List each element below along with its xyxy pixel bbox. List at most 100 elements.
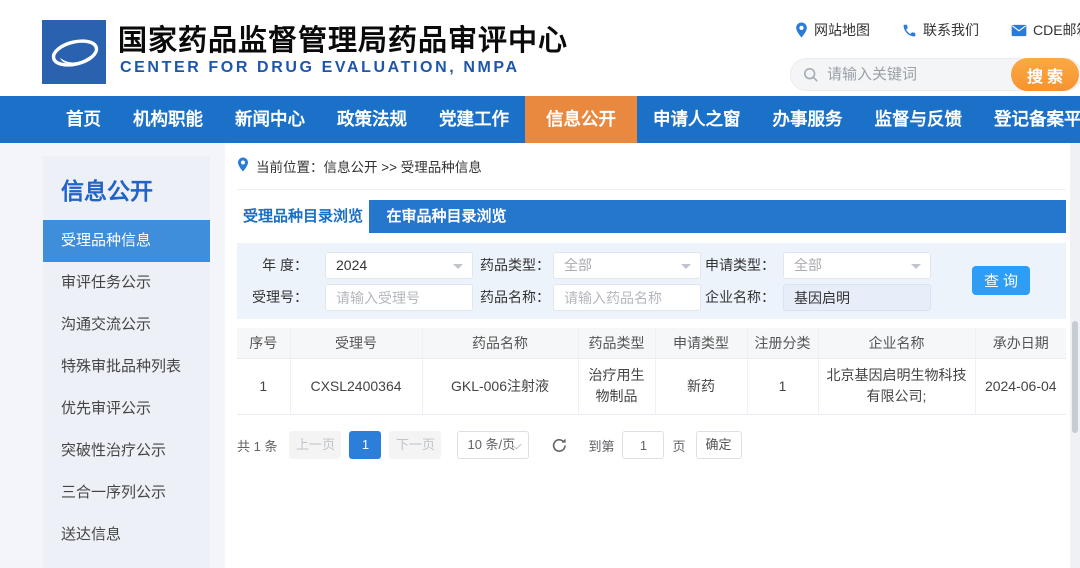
page-size-value: 10 条/页 [467, 437, 516, 452]
apply-type-select[interactable]: 全部 [783, 252, 931, 279]
sidebar-item-accepted-varieties[interactable]: 受理品种信息 [43, 220, 210, 262]
goto-page-unit: 页 [672, 438, 686, 454]
header-quick-links: 网站地图 联系我们 CDE邮箱 [795, 20, 1080, 40]
drug-type-select-value: 全部 [564, 257, 592, 273]
pagination: 共 1 条 上一页 1 下一页 10 条/页 到第 页 确定 [237, 431, 1066, 459]
cell-reg-class: 1 [746, 358, 818, 415]
cell-drug-type: 治疗用生物制品 [577, 358, 655, 415]
cell-date: 2024-06-04 [974, 358, 1066, 415]
chevron-down-icon [911, 264, 921, 269]
scrollbar-thumb[interactable] [1072, 321, 1078, 433]
col-header-date: 承办日期 [974, 328, 1066, 359]
drug-name-label: 药品名称： [480, 289, 550, 305]
chevron-down-icon [453, 264, 463, 269]
tabbar: 受理品种目录浏览 在审品种目录浏览 [237, 200, 1066, 233]
cell-acceptance-no: CXSL2400364 [289, 358, 422, 415]
table-header-row: 序号 受理号 药品名称 药品类型 申请类型 注册分类 企业名称 承办日期 [237, 328, 1066, 359]
sidebar-item-common-questions[interactable]: 共性问题 [43, 556, 210, 568]
year-select[interactable]: 2024 [325, 252, 473, 279]
col-header-drug-name: 药品名称 [421, 328, 578, 359]
content-panel: 当前位置：信息公开 >> 受理品种信息 受理品种目录浏览 在审品种目录浏览 年 … [225, 143, 1080, 568]
divider [237, 189, 1066, 190]
cell-seq: 1 [237, 358, 290, 415]
query-button[interactable]: 查询 [972, 266, 1030, 295]
cell-drug-name: GKL-006注射液 [421, 358, 578, 415]
search-input[interactable] [827, 60, 997, 89]
sidebar-item-delivery-info[interactable]: 送达信息 [43, 514, 210, 556]
nav-item-supervision[interactable]: 监督与反馈 [859, 96, 979, 143]
site-search-bar: 搜索 [790, 58, 1080, 91]
nav-item-party[interactable]: 党建工作 [423, 96, 525, 143]
nav-item-policy[interactable]: 政策法规 [321, 96, 423, 143]
company-name-label: 企业名称： [705, 289, 775, 305]
year-label: 年 度： [262, 257, 308, 273]
acceptance-no-input[interactable] [325, 284, 473, 311]
apply-type-label: 申请类型： [705, 257, 775, 273]
col-header-drug-type: 药品类型 [577, 328, 655, 359]
main-nav: 首页 机构职能 新闻中心 政策法规 党建工作 信息公开 申请人之窗 办事服务 监… [0, 96, 1080, 143]
sidebar-item-priority-review[interactable]: 优先审评公示 [43, 388, 210, 430]
site-header: 国家药品监督管理局药品审评中心 CENTER FOR DRUG EVALUATI… [0, 0, 1080, 96]
nav-item-home[interactable]: 首页 [50, 96, 117, 143]
chevron-down-icon [681, 264, 691, 269]
goto-page-label: 到第 [588, 438, 615, 454]
sidebar-title: 信息公开 [61, 178, 153, 204]
cell-apply-type: 新药 [654, 358, 747, 415]
location-pin-icon [795, 22, 808, 38]
col-header-apply-type: 申请类型 [654, 328, 747, 359]
site-subtitle: CENTER FOR DRUG EVALUATION, NMPA [120, 59, 520, 76]
tab-under-review-catalog[interactable]: 在审品种目录浏览 [369, 200, 524, 233]
nav-item-applicant-window[interactable]: 申请人之窗 [637, 96, 757, 143]
tab-accepted-catalog[interactable]: 受理品种目录浏览 [237, 200, 369, 233]
confirm-button[interactable]: 确定 [695, 431, 742, 459]
breadcrumb: 当前位置：信息公开 >> 受理品种信息 [237, 156, 482, 176]
table-row: 1 CXSL2400364 GKL-006注射液 治疗用生物制品 新药 1 北京… [237, 358, 1066, 415]
year-select-value: 2024 [336, 257, 368, 273]
sitemap-link[interactable]: 网站地图 [795, 20, 870, 40]
drug-name-input[interactable] [553, 284, 701, 311]
cde-mail-link[interactable]: CDE邮箱 [1011, 20, 1080, 40]
drug-type-select[interactable]: 全部 [553, 252, 701, 279]
acceptance-no-label: 受理号： [252, 289, 308, 305]
sidebar-item-breakthrough-therapy[interactable]: 突破性治疗公示 [43, 430, 210, 472]
search-button[interactable]: 搜索 [1011, 58, 1079, 91]
page-1-button[interactable]: 1 [349, 431, 382, 459]
cde-mail-link-label: CDE邮箱 [1033, 22, 1080, 38]
apply-type-select-value: 全部 [794, 257, 822, 273]
company-name-input[interactable] [783, 284, 931, 311]
sidebar-item-review-tasks[interactable]: 审评任务公示 [43, 262, 210, 304]
next-page-button[interactable]: 下一页 [389, 431, 442, 459]
results-table: 序号 受理号 药品名称 药品类型 申请类型 注册分类 企业名称 承办日期 1 C… [237, 328, 1066, 415]
nav-item-services[interactable]: 办事服务 [757, 96, 859, 143]
col-header-acceptance-no: 受理号 [289, 328, 422, 359]
sidebar: 信息公开 受理品种信息 审评任务公示 沟通交流公示 特殊审批品种列表 优先审评公… [43, 156, 210, 568]
drug-type-label: 药品类型： [480, 257, 550, 273]
envelope-icon [1011, 24, 1027, 37]
sitemap-link-label: 网站地图 [814, 22, 870, 38]
contact-us-link-label: 联系我们 [923, 22, 979, 38]
refresh-icon[interactable] [551, 437, 568, 454]
sidebar-item-special-approval[interactable]: 特殊审批品种列表 [43, 346, 210, 388]
scrollbar-track[interactable] [1070, 143, 1080, 568]
goto-page-input[interactable] [622, 431, 665, 459]
site-title: 国家药品监督管理局药品审评中心 [118, 25, 569, 57]
col-header-company: 企业名称 [817, 328, 975, 359]
sidebar-item-three-in-one[interactable]: 三合一序列公示 [43, 472, 210, 514]
nav-item-registration-platform[interactable]: 登记备案平台 [978, 96, 1080, 143]
nav-item-news[interactable]: 新闻中心 [219, 96, 321, 143]
search-icon [803, 67, 819, 88]
breadcrumb-text: 当前位置：信息公开 >> 受理品种信息 [256, 160, 482, 175]
cell-company: 北京基因启明生物科技有限公司; [817, 358, 975, 415]
contact-us-link[interactable]: 联系我们 [902, 20, 979, 40]
page-size-select[interactable]: 10 条/页 [457, 431, 530, 459]
page: 国家药品监督管理局药品审评中心 CENTER FOR DRUG EVALUATI… [0, 0, 1080, 568]
phone-icon [902, 23, 917, 38]
nav-item-info-disclosure[interactable]: 信息公开 [525, 96, 637, 143]
nav-item-functions[interactable]: 机构职能 [117, 96, 219, 143]
prev-page-button[interactable]: 上一页 [289, 431, 342, 459]
cde-logo-icon[interactable] [42, 20, 106, 84]
sidebar-item-communication[interactable]: 沟通交流公示 [43, 304, 210, 346]
col-header-seq: 序号 [237, 328, 290, 359]
location-pin-icon [237, 157, 249, 175]
pagination-total: 共 1 条 [237, 438, 278, 454]
